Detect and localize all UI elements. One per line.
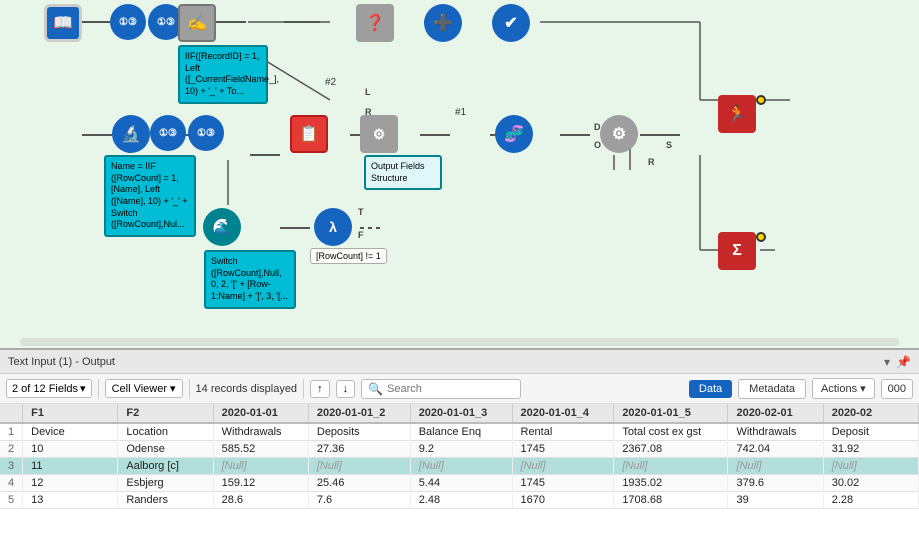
col-2020-01-01-4[interactable]: 2020-01-01_4 (512, 404, 614, 423)
node-check[interactable]: ✔ (492, 4, 530, 42)
col-2020-02[interactable]: 2020-02 (823, 404, 918, 423)
col-2020-01-01[interactable]: 2020-01-01 (213, 404, 308, 423)
col-2020-01-01-3[interactable]: 2020-01-01_3 (410, 404, 512, 423)
node-wave[interactable]: 🌊 (203, 208, 241, 246)
node-record[interactable]: 📋 (290, 115, 328, 153)
svg-text:L: L (365, 87, 371, 97)
svg-text:O: O (594, 140, 601, 150)
actions-btn[interactable]: Actions ▾ (812, 378, 875, 399)
actions-arrow: ▾ (860, 382, 866, 395)
node-flask[interactable]: 🔬 (112, 115, 150, 153)
workflow-canvas[interactable]: #2 #1 R L T F D O R S 📖 ①③ ①③ ✍ ❓ ➕ (0, 0, 919, 350)
records-label: 14 records displayed (196, 383, 298, 395)
col-f1[interactable]: F1 (23, 404, 118, 423)
node-formula1[interactable]: ✍ (178, 4, 216, 42)
tooltip-formula2: Name = IIF ([RowCount] = 1, [Name], Left… (104, 155, 196, 237)
metadata-btn[interactable]: Metadata (738, 379, 806, 399)
svg-text:R: R (648, 157, 655, 167)
table-row[interactable]: 311Aalborg [c][Null][Null][Null][Null][N… (0, 458, 919, 475)
node-book[interactable]: 📖 (44, 4, 82, 42)
table-row[interactable]: 513Randers28.67.62.4816701708.68392.28 (0, 492, 919, 509)
pin-icon[interactable]: 📌 (896, 355, 911, 369)
fields-dropdown-arrow: ▾ (80, 382, 86, 395)
col-rownum (0, 404, 23, 423)
sort-up-btn[interactable]: ↑ (310, 380, 330, 398)
col-2020-01-01-5[interactable]: 2020-01-01_5 (614, 404, 728, 423)
tooltip-switch: Switch ([RowCount],Null, 0, 2, '[' + [Ro… (204, 250, 296, 309)
cell-viewer-btn[interactable]: Cell Viewer ▾ (105, 379, 183, 398)
node-lambda[interactable]: λ (314, 208, 352, 246)
node-summarize[interactable]: Σ (718, 232, 756, 270)
svg-text:#1: #1 (455, 107, 467, 118)
node-join[interactable]: ⚙ (360, 115, 398, 153)
search-input[interactable] (387, 383, 507, 395)
table-row[interactable]: 210Odense585.5227.369.217452367.08742.04… (0, 441, 919, 458)
fields-selector[interactable]: 2 of 12 Fields ▾ (6, 379, 92, 398)
node-circle1[interactable]: ①③ (110, 4, 146, 40)
search-box[interactable]: 🔍 (361, 379, 521, 399)
fields-label: 2 of 12 Fields (12, 383, 78, 395)
output-title-bar: Text Input (1) - Output ▾ 📌 (0, 350, 919, 374)
output-title: Text Input (1) - Output (8, 356, 115, 368)
bottom-panel: Text Input (1) - Output ▾ 📌 2 of 12 Fiel… (0, 350, 919, 543)
table-row[interactable]: 1DeviceLocationWithdrawalsDepositsBalanc… (0, 423, 919, 441)
format-btn[interactable]: 000 (881, 379, 913, 399)
sort-down-btn[interactable]: ↓ (336, 380, 356, 398)
data-table-container[interactable]: F1 F2 2020-01-01 2020-01-01_2 2020-01-01… (0, 404, 919, 543)
table-header-row: F1 F2 2020-01-01 2020-01-01_2 2020-01-01… (0, 404, 919, 423)
node-question[interactable]: ❓ (356, 4, 394, 42)
svg-text:F: F (358, 230, 364, 240)
tooltip-output-fields: Output Fields Structure (364, 155, 442, 190)
sep1 (98, 379, 99, 399)
col-2020-01-01-2[interactable]: 2020-01-01_2 (308, 404, 410, 423)
col-2020-02-01[interactable]: 2020-02-01 (728, 404, 823, 423)
node-dna[interactable]: 🧬 (495, 115, 533, 153)
svg-text:T: T (358, 207, 364, 217)
data-table: F1 F2 2020-01-01 2020-01-01_2 2020-01-01… (0, 404, 919, 509)
data-btn[interactable]: Data (689, 380, 732, 398)
horizontal-scrollbar[interactable] (20, 338, 899, 346)
svg-text:S: S (666, 140, 672, 150)
search-icon: 🔍 (368, 382, 383, 396)
svg-text:#2: #2 (325, 77, 337, 88)
collapse-icon[interactable]: ▾ (884, 355, 890, 369)
node-append[interactable]: ➕ (424, 4, 462, 42)
sep2 (189, 379, 190, 399)
node-run-dot (756, 95, 766, 105)
node-circle3[interactable]: ①③ (150, 115, 186, 151)
node-circle4[interactable]: ①③ (188, 115, 224, 151)
rowcount-label: [RowCount] != 1 (310, 248, 387, 264)
cell-viewer-arrow: ▾ (170, 382, 176, 395)
data-toolbar: 2 of 12 Fields ▾ Cell Viewer ▾ 14 record… (0, 374, 919, 404)
node-gear[interactable]: ⚙ (600, 115, 638, 153)
table-row[interactable]: 412Esbjerg159.1225.465.4417451935.02379.… (0, 475, 919, 492)
col-f2[interactable]: F2 (118, 404, 213, 423)
tooltip-formula1: IIF([RecordID] = 1, Left ([_CurrentField… (178, 45, 268, 104)
node-summarize-dot (756, 232, 766, 242)
node-run[interactable]: 🏃 (718, 95, 756, 133)
table-body: 1DeviceLocationWithdrawalsDepositsBalanc… (0, 423, 919, 509)
sep3 (303, 379, 304, 399)
